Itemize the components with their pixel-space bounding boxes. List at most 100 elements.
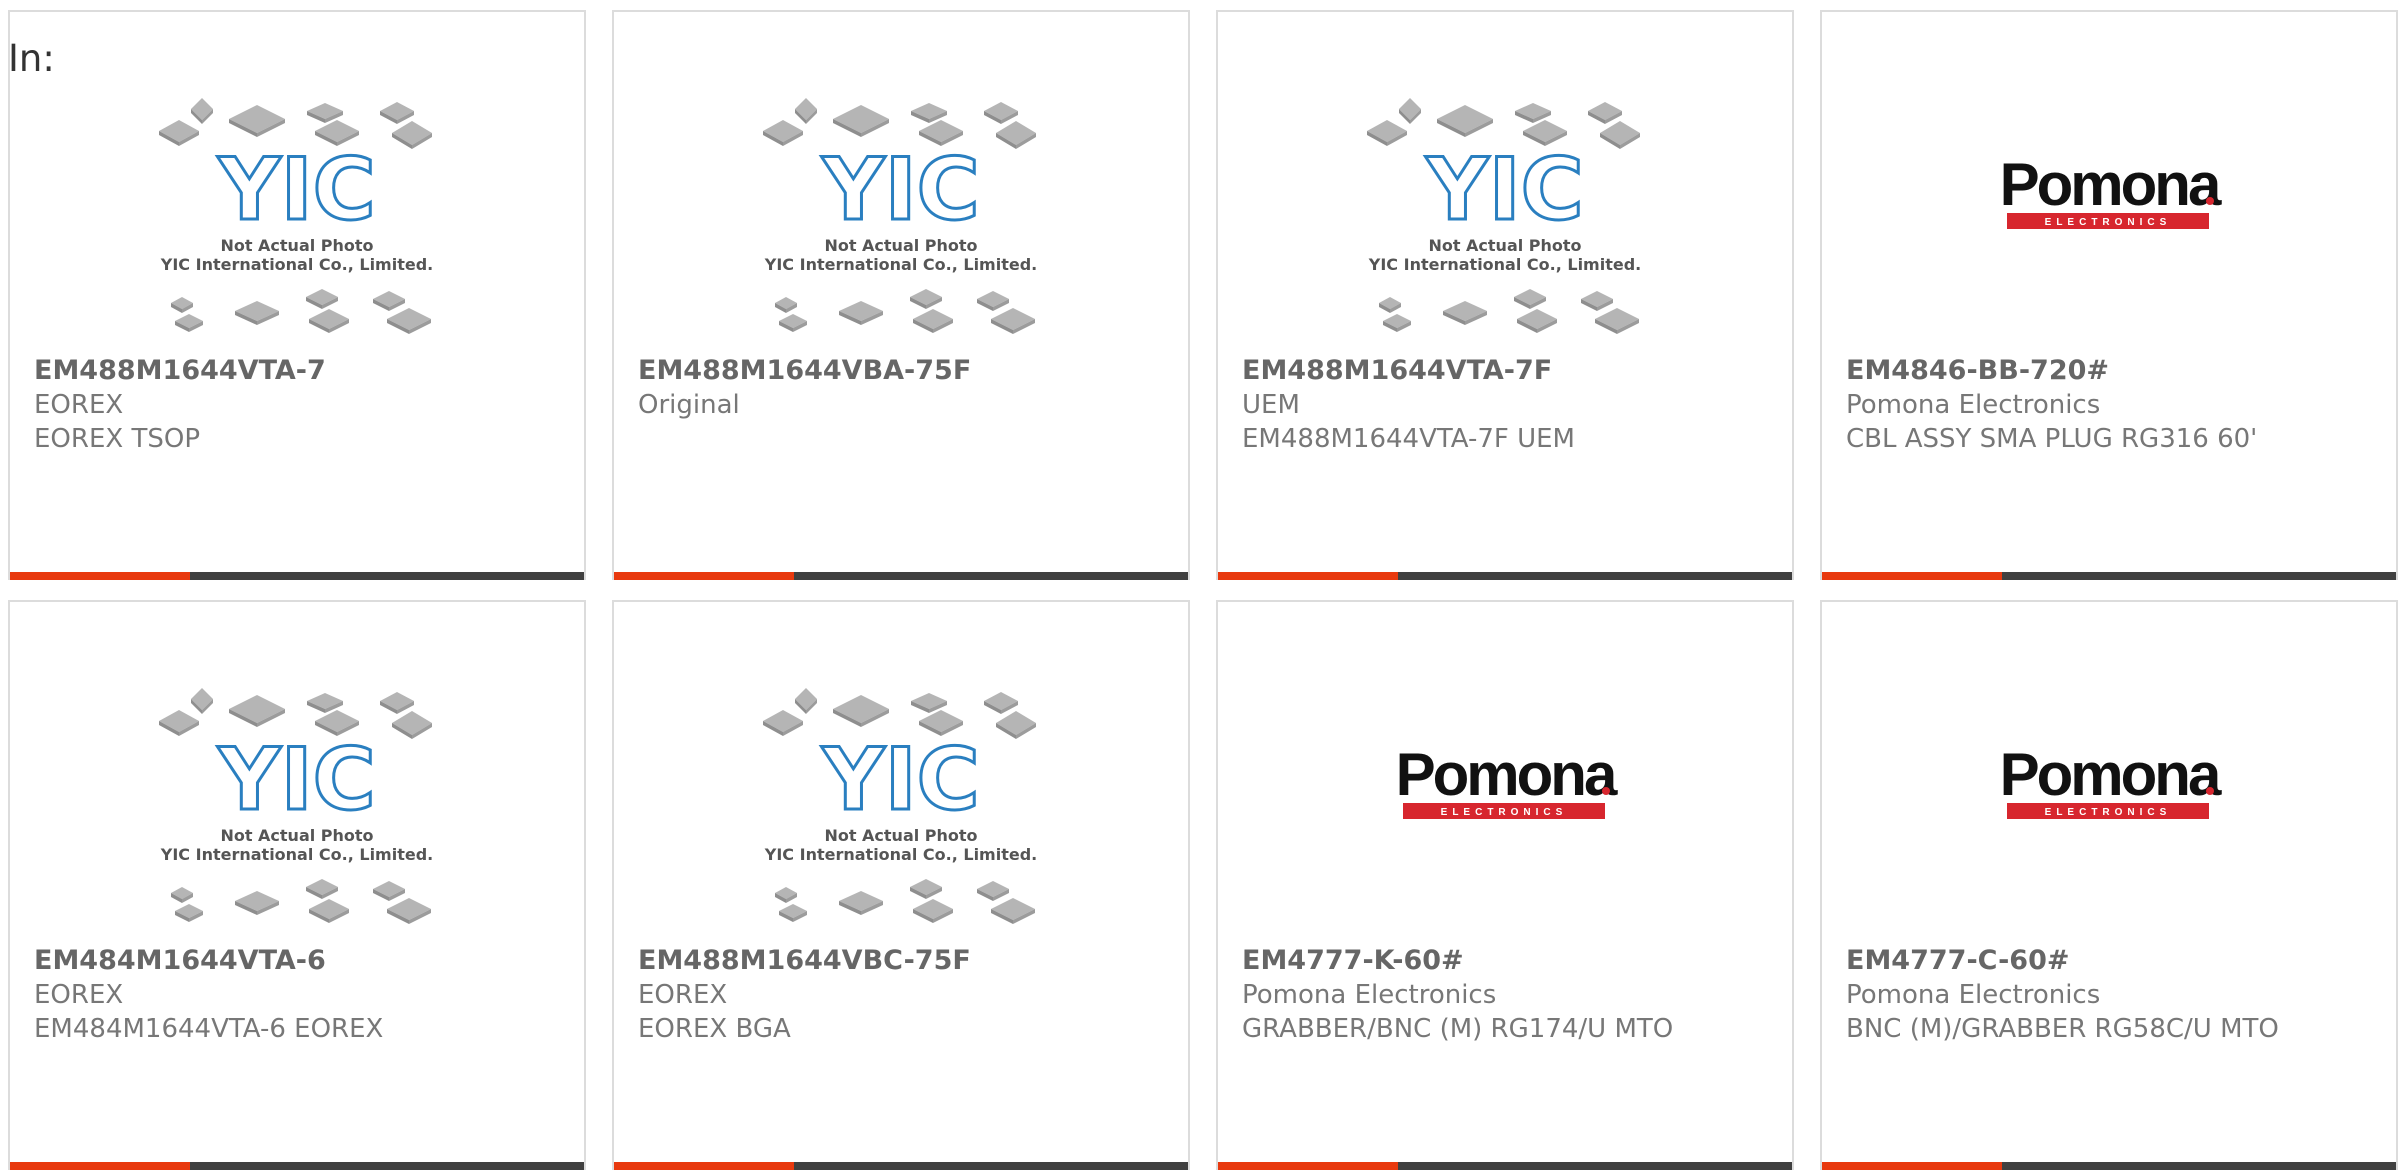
chip-icon: [159, 710, 199, 736]
card-bar-accent: [614, 572, 794, 580]
chip-icon: [392, 711, 432, 739]
chip-icon: [1514, 289, 1546, 309]
product-meta: EM488M1644VTA-7 EOREX EOREX TSOP: [34, 354, 564, 456]
yic-logo: YIC: [821, 140, 979, 240]
product-meta: EM4846-BB-720# Pomona Electronics CBL AS…: [1846, 354, 2376, 456]
chip-icon: [235, 301, 279, 325]
chip-icon: [309, 899, 349, 923]
chip-icon: [984, 102, 1018, 124]
product-card[interactable]: Pomona ELECTRONICS EM4777-K-60# Pomona El…: [1216, 600, 1794, 1170]
yic-placeholder-image: YICNot Actual PhotoYIC International Co.…: [763, 98, 1037, 334]
chip-icon: [1517, 309, 1557, 333]
chip-icon: [380, 692, 414, 714]
chip-icon: [307, 103, 343, 123]
chip-icon: [910, 289, 942, 309]
chip-icon: [235, 891, 279, 915]
product-card[interactable]: Pomona ELECTRONICS EM4846-BB-720# Pomona …: [1820, 10, 2398, 580]
product-image: Pomona ELECTRONICS: [1218, 687, 1792, 942]
chip-icon: [380, 102, 414, 124]
chip-icon: [763, 120, 803, 146]
chip-icon: [779, 314, 807, 332]
chip-icon: [306, 289, 338, 309]
chip-icon: [306, 879, 338, 899]
chip-icon: [387, 308, 431, 334]
product-card[interactable]: YIC Not Actual Photo YIC International Co.…: [1216, 10, 1794, 580]
manufacturer: Pomona Electronics: [1242, 980, 1497, 1010]
part-number[interactable]: EM4777-K-60#: [1242, 944, 1772, 978]
chip-icon: [913, 899, 953, 923]
chip-icon: [373, 291, 405, 311]
pomona-logo: PomonaELECTRONICS: [2000, 151, 2225, 229]
chip-icon: [1383, 314, 1411, 332]
chip-icon: [1399, 98, 1421, 124]
chip-icon: [159, 120, 199, 146]
part-number[interactable]: EM488M1644VBA-75F: [638, 354, 1168, 388]
part-number[interactable]: EM484M1644VTA-6: [34, 944, 564, 978]
yic-placeholder-image: YICNot Actual PhotoYIC International Co.…: [159, 98, 433, 334]
chip-icon: [779, 904, 807, 922]
card-bar-accent: [614, 1162, 794, 1170]
card-bar-accent: [1822, 1162, 2002, 1170]
product-meta: EM488M1644VTA-7F UEM EM488M1644VTA-7F UE…: [1242, 354, 1772, 456]
product-card[interactable]: YIC Not Actual Photo YIC International Co.…: [8, 10, 586, 580]
product-card[interactable]: YIC Not Actual Photo YIC International Co.…: [612, 10, 1190, 580]
card-bar-accent: [1822, 572, 2002, 580]
chip-icon: [1443, 301, 1487, 325]
yic-placeholder-image: YICNot Actual PhotoYIC International Co.…: [159, 688, 433, 924]
card-bar: [1822, 572, 2396, 580]
description: EOREX TSOP: [34, 424, 200, 454]
manufacturer: EOREX: [638, 980, 728, 1010]
yic-placeholder-image: YICNot Actual PhotoYIC International Co.…: [763, 688, 1037, 924]
chip-icon: [991, 898, 1035, 924]
pomona-logo-text: Pomona: [2000, 741, 2222, 808]
placeholder-caption: Not Actual Photo: [824, 826, 977, 845]
product-card[interactable]: YIC Not Actual Photo YIC International Co.…: [8, 600, 586, 1170]
placeholder-company: YIC International Co., Limited.: [1368, 255, 1641, 274]
manufacturer: EOREX: [34, 980, 124, 1010]
pomona-logo-text: Pomona: [1396, 741, 1618, 808]
chip-icon: [229, 695, 285, 727]
product-meta: EM488M1644VBA-75F Original: [638, 354, 1168, 422]
part-number[interactable]: EM4777-C-60#: [1846, 944, 2376, 978]
chip-icon: [387, 898, 431, 924]
part-number[interactable]: EM488M1644VBC-75F: [638, 944, 1168, 978]
pomona-logo-dot: [1602, 787, 1610, 795]
product-image: YIC Not Actual Photo YIC International Co.…: [1218, 97, 1792, 352]
chip-icon: [1600, 121, 1640, 149]
card-bar: [614, 572, 1188, 580]
placeholder-company: YIC International Co., Limited.: [160, 255, 433, 274]
chip-icon: [1379, 297, 1401, 313]
manufacturer: Original: [638, 390, 740, 420]
product-meta: EM484M1644VTA-6 EOREX EM484M1644VTA-6 EO…: [34, 944, 564, 1046]
chip-icon: [763, 710, 803, 736]
manufacturer: UEM: [1242, 390, 1300, 420]
pomona-logo: PomonaELECTRONICS: [1396, 741, 1621, 819]
chip-icon: [913, 309, 953, 333]
product-meta: EM4777-C-60# Pomona Electronics BNC (M)/…: [1846, 944, 2376, 1046]
chip-icon: [833, 695, 889, 727]
description: EM488M1644VTA-7F UEM: [1242, 424, 1575, 454]
chip-icon: [175, 904, 203, 922]
product-card[interactable]: Pomona ELECTRONICS EM4777-C-60# Pomona El…: [1820, 600, 2398, 1170]
pomona-logo-dot: [2206, 787, 2214, 795]
chip-icon: [191, 688, 213, 714]
product-image: YIC Not Actual Photo YIC International Co.…: [614, 687, 1188, 942]
manufacturer: EOREX: [34, 390, 124, 420]
chip-icon: [1515, 103, 1551, 123]
chip-icon: [1588, 102, 1622, 124]
card-bar: [10, 1162, 584, 1170]
chip-icon: [996, 711, 1036, 739]
part-number[interactable]: EM4846-BB-720#: [1846, 354, 2376, 388]
placeholder-company: YIC International Co., Limited.: [160, 845, 433, 864]
card-bar: [10, 572, 584, 580]
product-card[interactable]: YIC Not Actual Photo YIC International Co.…: [612, 600, 1190, 1170]
part-number[interactable]: EM488M1644VTA-7: [34, 354, 564, 388]
part-number[interactable]: EM488M1644VTA-7F: [1242, 354, 1772, 388]
chip-icon: [911, 693, 947, 713]
chip-icon: [996, 121, 1036, 149]
yic-logo: YIC: [217, 730, 375, 830]
card-bar-accent: [10, 572, 190, 580]
card-bar: [1822, 1162, 2396, 1170]
product-meta: EM488M1644VBC-75F EOREX EOREX BGA: [638, 944, 1168, 1046]
yic-placeholder-image: YICNot Actual PhotoYIC International Co.…: [1367, 98, 1641, 334]
